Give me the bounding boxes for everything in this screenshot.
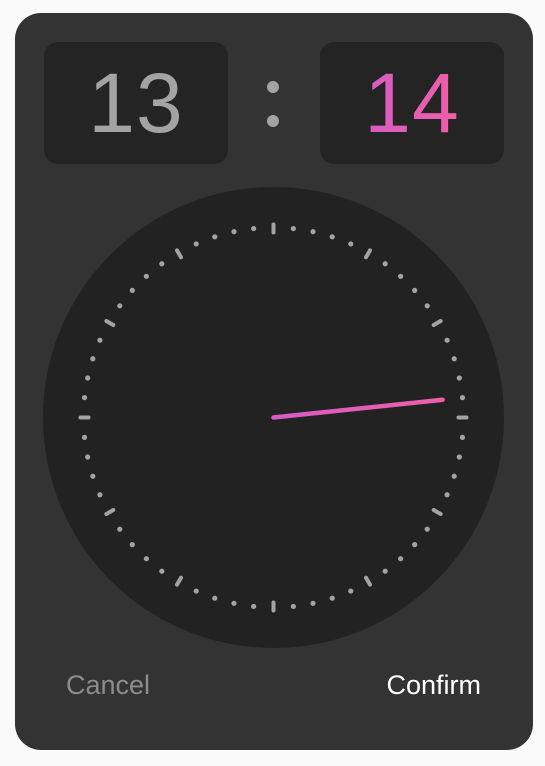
clock-minute-dot [97,492,103,498]
clock-minute-dot [159,568,165,574]
clock-minute-dot [412,542,418,548]
clock-minute-dot [382,261,388,267]
clock-minute-dot [382,568,388,574]
clock-minute-dot [143,273,149,279]
clock-minute-dot [212,234,218,240]
cancel-button[interactable]: Cancel [66,670,150,701]
clock-minute-dot [398,273,404,279]
clock-minute-dot [424,526,430,532]
clock-minute-dot [90,473,96,479]
clock-minute-dot [451,356,457,362]
clock-minute-dot [444,337,450,343]
clock-minute-dot [348,588,354,594]
clock-minute-dot [143,556,149,562]
clock-dial[interactable] [43,187,504,648]
clock-minute-dot [451,473,457,479]
clock-minute-dot [456,375,462,381]
clock-minute-dot [412,287,418,293]
clock-minute-dot [193,588,199,594]
clock-minute-dot [251,603,257,610]
clock-minute-dot [459,395,466,401]
clock-minute-dot [251,225,257,232]
clock-minute-dot [329,234,335,240]
clock-minute-dot [398,556,404,562]
clock-minute-dot [117,303,123,309]
hour-display[interactable]: 13 [44,42,228,164]
clock-minute-dot [424,303,430,309]
clock-minute-dot [310,600,316,606]
hour-value: 13 [88,55,184,150]
separator-dot-bottom [267,115,279,127]
clock-minute-dot [444,492,450,498]
clock-minute-dot [329,595,335,601]
clock-minute-dot [129,542,135,548]
confirm-button[interactable]: Confirm [386,670,481,701]
clock-minute-dot [129,287,135,293]
clock-minute-dot [159,261,165,267]
clock-minute-dot [117,526,123,532]
clock-minute-dot [290,225,296,232]
clock-minute-dot [231,600,237,606]
clock-minute-dot [290,603,296,610]
clock-minute-dot [81,395,88,401]
clock-minute-dot [310,229,316,235]
clock-minute-dot [459,434,466,440]
minute-value: 14 [364,55,460,150]
clock-minute-dot [85,375,91,381]
clock-minute-dot [231,229,237,235]
separator-dot-top [267,81,279,93]
clock-minute-dot [348,241,354,247]
time-separator [264,81,282,127]
time-picker-dialog: 13 14 Cancel Confirm [15,13,533,750]
minute-display[interactable]: 14 [320,42,504,164]
clock-minute-dot [456,454,462,460]
clock-minute-dot [97,337,103,343]
clock-minute-dot [85,454,91,460]
clock-minute-dot [193,241,199,247]
clock-minute-dot [81,434,88,440]
clock-minute-dot [90,356,96,362]
clock-minute-dot [212,595,218,601]
